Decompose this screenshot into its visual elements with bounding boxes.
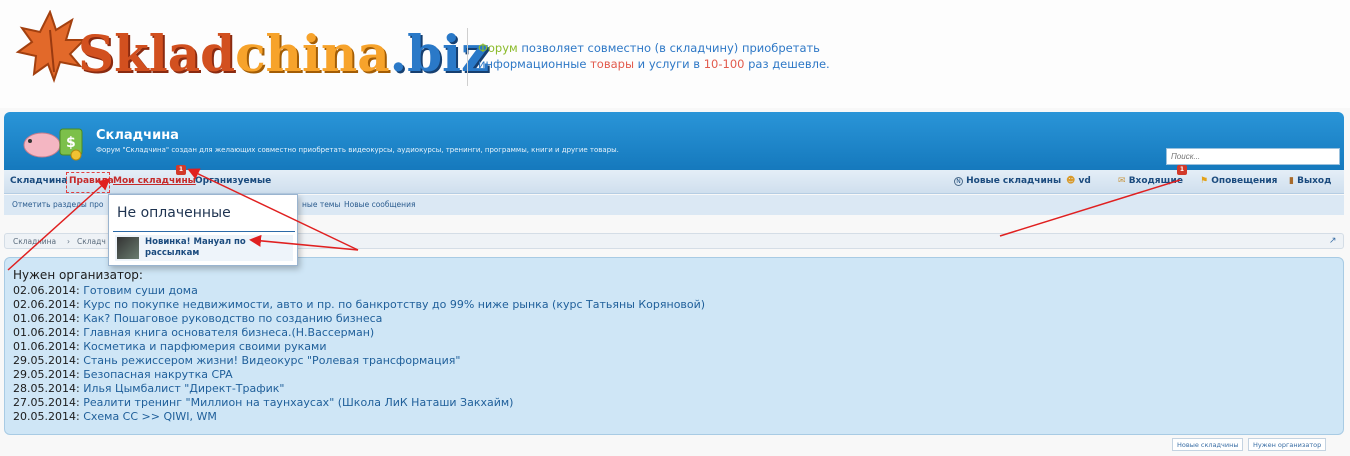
topic-link[interactable]: Готовим суши дома — [83, 284, 198, 297]
needs-organizer-box: Нужен организатор: 02.06.2014: Готовим с… — [4, 257, 1344, 435]
breadcrumb-separator: › — [67, 237, 70, 246]
nav-tab-skladchina[interactable]: Складчина — [10, 176, 67, 186]
envelope-icon: ✉ — [1118, 176, 1126, 186]
svg-text:$: $ — [66, 135, 76, 151]
topic-link[interactable]: Курс по покупке недвижимости, авто и пр.… — [83, 298, 705, 311]
footer-tab-new[interactable]: Новые складчины — [1172, 438, 1244, 451]
list-item: 01.06.2014: Главная книга основателя биз… — [13, 326, 375, 339]
list-item: 02.06.2014: Курс по покупке недвижимости… — [13, 298, 706, 311]
topic-link[interactable]: Илья Цымбалист "Директ-Трафик" — [83, 382, 284, 395]
section-heading: Нужен организатор: — [13, 268, 143, 282]
nav-alerts[interactable]: ⚑ Оповещения — [1200, 176, 1277, 186]
forum-banner: $ Складчина Форум "Складчина" создан для… — [4, 112, 1344, 170]
user-icon: ☻ — [1066, 176, 1076, 186]
exit-door-icon: ▮ — [1289, 176, 1294, 186]
nav-tab-organized[interactable]: Организуемые — [195, 176, 271, 186]
topic-link[interactable]: Главная книга основателя бизнеса.(Н.Васс… — [83, 326, 374, 339]
item-thumbnail — [117, 237, 139, 259]
dropdown-title: Не оплаченные — [117, 205, 231, 221]
dropdown-item-label: Новинка! Мануал по рассылкам — [145, 237, 246, 258]
site-header: Skladchina.biz Форум позволяет совместно… — [0, 0, 1350, 108]
list-item: 28.05.2014: Илья Цымбалист "Директ-Трафи… — [13, 382, 285, 395]
topic-link[interactable]: Схема СС >> QIWI, WM — [83, 410, 217, 423]
list-item: 01.06.2014: Косметика и парфюмерия своим… — [13, 340, 327, 353]
breadcrumb-item[interactable]: Складчина — [13, 237, 56, 246]
new-topics-link[interactable]: ные темы — [302, 200, 340, 209]
my-skladchiny-badge: 1 — [176, 165, 186, 175]
slogan-divider — [467, 28, 468, 86]
inbox-badge: 1 — [1177, 165, 1187, 175]
list-item: 20.05.2014: Схема СС >> QIWI, WM — [13, 410, 217, 423]
dropdown-item[interactable]: Новинка! Мануал по рассылкам — [115, 235, 293, 261]
topic-link[interactable]: Реалити тренинг "Миллион на таунхаусах" … — [83, 396, 513, 409]
nav-tab-my-skladchiny[interactable]: Мои складчины — [113, 176, 196, 186]
dropdown-divider — [113, 231, 295, 232]
footer-tab-organizer[interactable]: Нужен организатор — [1248, 438, 1327, 451]
topic-link[interactable]: Безопасная накрутка CPA — [83, 368, 232, 381]
list-item: 02.06.2014: Готовим суши дома — [13, 284, 198, 297]
new-posts-link[interactable]: Новые сообщения — [344, 200, 415, 209]
nav-inbox[interactable]: ✉ Входящие — [1118, 176, 1183, 186]
mark-read-link[interactable]: Отметить разделы про — [12, 200, 103, 209]
nav-logout[interactable]: ▮ Выход — [1289, 176, 1331, 186]
nav-user-menu[interactable]: ☻ vd — [1066, 176, 1091, 186]
piggy-bank-icon: $ — [23, 128, 83, 161]
expand-icon[interactable]: ↗ — [1329, 236, 1339, 246]
topic-link[interactable]: Как? Пошаговое руководство по созданию б… — [83, 312, 382, 325]
logo-wordmark: Skladchina.biz — [78, 24, 490, 83]
site-logo[interactable]: Skladchina.biz — [14, 10, 489, 90]
forum-title[interactable]: Складчина — [96, 128, 179, 143]
list-item: 01.06.2014: Как? Пошаговое руководство п… — [13, 312, 383, 325]
forum-description: Форум "Складчина" создан для желающих со… — [96, 146, 619, 154]
topic-link[interactable]: Косметика и парфюмерия своими руками — [83, 340, 326, 353]
maple-leaf-icon — [15, 10, 86, 83]
nav-new-skladchiny[interactable]: N Новые складчины — [954, 176, 1061, 186]
list-item: 27.05.2014: Реалити тренинг "Миллион на … — [13, 396, 514, 409]
list-item: 29.05.2014: Безопасная накрутка CPA — [13, 368, 233, 381]
my-skladchiny-dropdown: Не оплаченные Новинка! Мануал по рассылк… — [108, 194, 298, 266]
list-item: 29.05.2014: Стань режиссером жизни! Виде… — [13, 354, 461, 367]
main-nav: Складчина Правила Мои складчины Организу… — [4, 170, 1344, 194]
search-input[interactable] — [1166, 148, 1340, 165]
site-slogan: Форум позволяет совместно (в складчину) … — [478, 41, 830, 71]
nav-tab-rules[interactable]: Правила — [69, 176, 114, 186]
breadcrumb-item[interactable]: Складч — [77, 237, 106, 246]
bell-icon: ⚑ — [1200, 176, 1209, 186]
topic-link[interactable]: Стань режиссером жизни! Видеокурс "Ролев… — [83, 354, 460, 367]
new-icon: N — [954, 177, 963, 186]
